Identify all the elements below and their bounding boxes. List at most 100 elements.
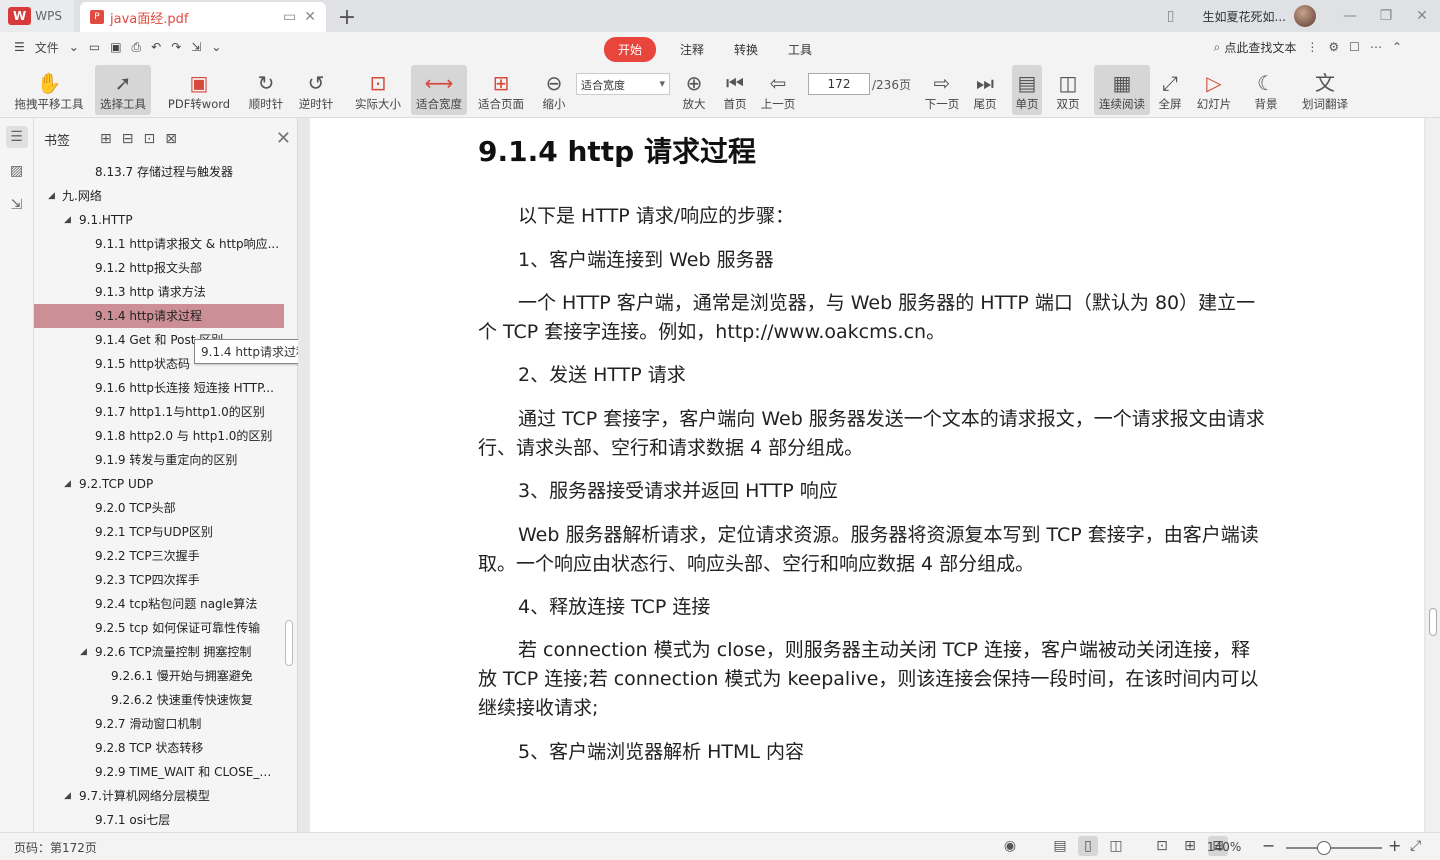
bookmark-item[interactable]: ◢ 9.2.TCP UDP	[34, 472, 284, 496]
fullscreen-button[interactable]: ⤢ 全屏	[1154, 65, 1186, 115]
maximize-icon[interactable]: ❐	[1368, 8, 1404, 24]
tab-restore-icon[interactable]: ▭	[283, 9, 296, 25]
single-page-button[interactable]: ▤ 单页	[1012, 65, 1042, 115]
zoom-mode-select[interactable]: 适合宽度	[576, 73, 670, 95]
user-name[interactable]: 生如夏花死如...	[1203, 8, 1286, 25]
bookmark-item[interactable]: 9.1.6 http长连接 短连接 HTTP...	[34, 376, 284, 400]
background-button[interactable]: ☾ 背景	[1244, 65, 1288, 115]
dropdown-icon[interactable]: ⌄	[69, 40, 79, 54]
page-number-input[interactable]: 172	[808, 73, 870, 95]
double-page-button[interactable]: ◫ 双页	[1048, 65, 1088, 115]
bookmark-item[interactable]: 9.2.8 TCP 状态转移	[34, 736, 284, 760]
bookmark-item[interactable]: 9.1.4 http请求过程	[34, 304, 284, 328]
fit-page-button[interactable]: ⊞ 适合页面	[474, 65, 528, 115]
eye-protect-icon[interactable]: ◉	[1000, 836, 1020, 856]
select-tool-button[interactable]: ➚ 选择工具	[95, 65, 151, 115]
actual-size-status-icon[interactable]: ⊡	[1152, 836, 1172, 856]
bookmark-item[interactable]: 9.2.5 tcp 如何保证可靠性传输	[34, 616, 284, 640]
expand-arrow-icon[interactable]: ◢	[80, 640, 87, 664]
fit-page-status-icon[interactable]: ⊞	[1180, 836, 1200, 856]
bookmark-scrollbar[interactable]	[284, 160, 294, 828]
bookmark-item[interactable]: 9.2.6.2 快速重传快速恢复	[34, 688, 284, 712]
bookmark-item[interactable]: 8.13.7 存储过程与触发器	[34, 160, 284, 184]
tab-tools[interactable]: 工具	[788, 41, 812, 58]
bookmark-item[interactable]: 9.1.3 http 请求方法	[34, 280, 284, 304]
bookmark-item[interactable]: ◢ 9.1.HTTP	[34, 208, 284, 232]
wps-home-tab[interactable]: W WPS	[0, 0, 74, 32]
bookmark-scroll-thumb[interactable]	[285, 620, 293, 666]
expand-arrow-icon[interactable]: ◢	[64, 784, 71, 808]
rotate-cw-button[interactable]: ↻ 顺时针	[244, 65, 288, 115]
bookmark-item[interactable]: ◢ 九.网络	[34, 184, 284, 208]
bookmark-item[interactable]: ◢ 9.7.计算机网络分层模型	[34, 784, 284, 808]
collapse-ribbon-icon[interactable]: ⌃	[1392, 40, 1402, 54]
expand-arrow-icon[interactable]: ◢	[48, 184, 55, 208]
rotate-ccw-button[interactable]: ↺ 逆时针	[294, 65, 338, 115]
bookmark-item[interactable]: 9.2.6.1 慢开始与拥塞避免	[34, 664, 284, 688]
zoom-plus-button[interactable]: +	[1388, 836, 1401, 855]
tab-annotate[interactable]: 注释	[680, 41, 704, 58]
tab-close-icon[interactable]: ✕	[304, 9, 316, 25]
document-scrollbar[interactable]	[1426, 118, 1440, 832]
feedback-icon[interactable]: ☐	[1349, 40, 1360, 54]
bookmark-item[interactable]: 9.1.8 http2.0 与 http1.0的区别	[34, 424, 284, 448]
pan-tool-button[interactable]: ✋ 拖拽平移工具	[10, 65, 88, 115]
layout-icon[interactable]: ▯	[1153, 8, 1189, 24]
bookmark-item[interactable]: 9.1.1 http请求报文 & http响应...	[34, 232, 284, 256]
bookmark-expand-icon[interactable]: ⊟	[122, 131, 134, 147]
avatar[interactable]	[1294, 5, 1316, 27]
zoom-minus-button[interactable]: −	[1262, 836, 1275, 855]
zoom-slider[interactable]	[1286, 847, 1382, 849]
pdf-to-word-button[interactable]: ▣ PDF转word	[162, 65, 236, 115]
zoom-slider-handle[interactable]	[1317, 841, 1332, 855]
bookmark-item[interactable]: 9.2.0 TCP头部	[34, 496, 284, 520]
bookmark-item[interactable]: 9.2.9 TIME_WAIT 和 CLOSE_W...	[34, 760, 284, 784]
bookmark-item[interactable]: ◢ 9.2.6 TCP流量控制 拥塞控制	[34, 640, 284, 664]
bookmark-item[interactable]: 9.2.1 TCP与UDP区别	[34, 520, 284, 544]
settings-icon[interactable]: ⚙	[1328, 40, 1339, 54]
search-icon[interactable]: ⌕	[1214, 40, 1221, 55]
print-icon[interactable]: ⎙	[132, 40, 142, 55]
undo-icon[interactable]: ↶	[151, 40, 161, 54]
hamburger-icon[interactable]: ☰	[14, 40, 25, 54]
zoom-percent[interactable]: 140%	[1207, 840, 1241, 854]
thumbnail-panel-icon[interactable]: ▨	[6, 160, 28, 182]
tab-convert[interactable]: 转换	[734, 41, 758, 58]
prev-page-button[interactable]: ⇦ 上一页	[756, 65, 800, 115]
save-icon[interactable]: ▣	[110, 40, 121, 54]
minimize-icon[interactable]: —	[1332, 8, 1368, 24]
slideshow-button[interactable]: ▷ 幻灯片	[1192, 65, 1236, 115]
close-window-icon[interactable]: ✕	[1404, 8, 1440, 24]
bookmark-item[interactable]: 9.2.2 TCP三次握手	[34, 544, 284, 568]
more-dropdown-icon[interactable]: ⌄	[211, 40, 221, 54]
more-dots-icon[interactable]: ⋯	[1370, 40, 1382, 54]
single-view-icon[interactable]: ▯	[1078, 836, 1098, 856]
bookmark-add-icon[interactable]: ⊞	[100, 131, 112, 147]
redo-icon[interactable]: ↷	[171, 40, 181, 54]
double-view-icon[interactable]: ◫	[1106, 836, 1126, 856]
document-scroll-thumb[interactable]	[1429, 608, 1437, 636]
document-view[interactable]: 9.1.4 http 请求过程 以下是 HTTP 请求/响应的步骤： 1、客户端…	[298, 118, 1426, 832]
bookmark-item[interactable]: 9.2.4 tcp粘包问题 nagle算法	[34, 592, 284, 616]
bookmark-item[interactable]: 9.1.9 转发与重定向的区别	[34, 448, 284, 472]
last-page-button[interactable]: ⏭ 尾页	[968, 65, 1002, 115]
tab-start[interactable]: 开始	[604, 37, 657, 62]
file-menu[interactable]: 文件	[35, 39, 59, 56]
document-tab[interactable]: P java面经.pdf ▭ ✕	[80, 2, 326, 32]
export-icon[interactable]: ⇲	[191, 40, 201, 54]
first-page-button[interactable]: ⏮ 首页	[718, 65, 752, 115]
continuous-view-icon[interactable]: ▤	[1050, 836, 1070, 856]
bookmark-item[interactable]: 9.1.2 http报文头部	[34, 256, 284, 280]
bookmark-item[interactable]: 9.7.1 osi七层	[34, 808, 284, 828]
bookmark-new-icon[interactable]: ⊡	[143, 131, 155, 147]
translate-button[interactable]: 文 划词翻译	[1298, 65, 1352, 115]
find-text-link[interactable]: 点此查找文本	[1224, 39, 1296, 56]
expand-arrow-icon[interactable]: ◢	[64, 472, 71, 496]
annotation-panel-icon[interactable]: ⇲	[6, 194, 28, 216]
bookmark-item[interactable]: 9.2.3 TCP四次挥手	[34, 568, 284, 592]
fullscreen-status-icon[interactable]: ⤢	[1410, 838, 1421, 854]
close-panel-icon[interactable]: ✕	[276, 128, 291, 149]
new-tab-button[interactable]: +	[332, 2, 362, 32]
open-folder-icon[interactable]: ▭	[89, 40, 100, 54]
bookmark-item[interactable]: 9.2.7 滑动窗口机制	[34, 712, 284, 736]
